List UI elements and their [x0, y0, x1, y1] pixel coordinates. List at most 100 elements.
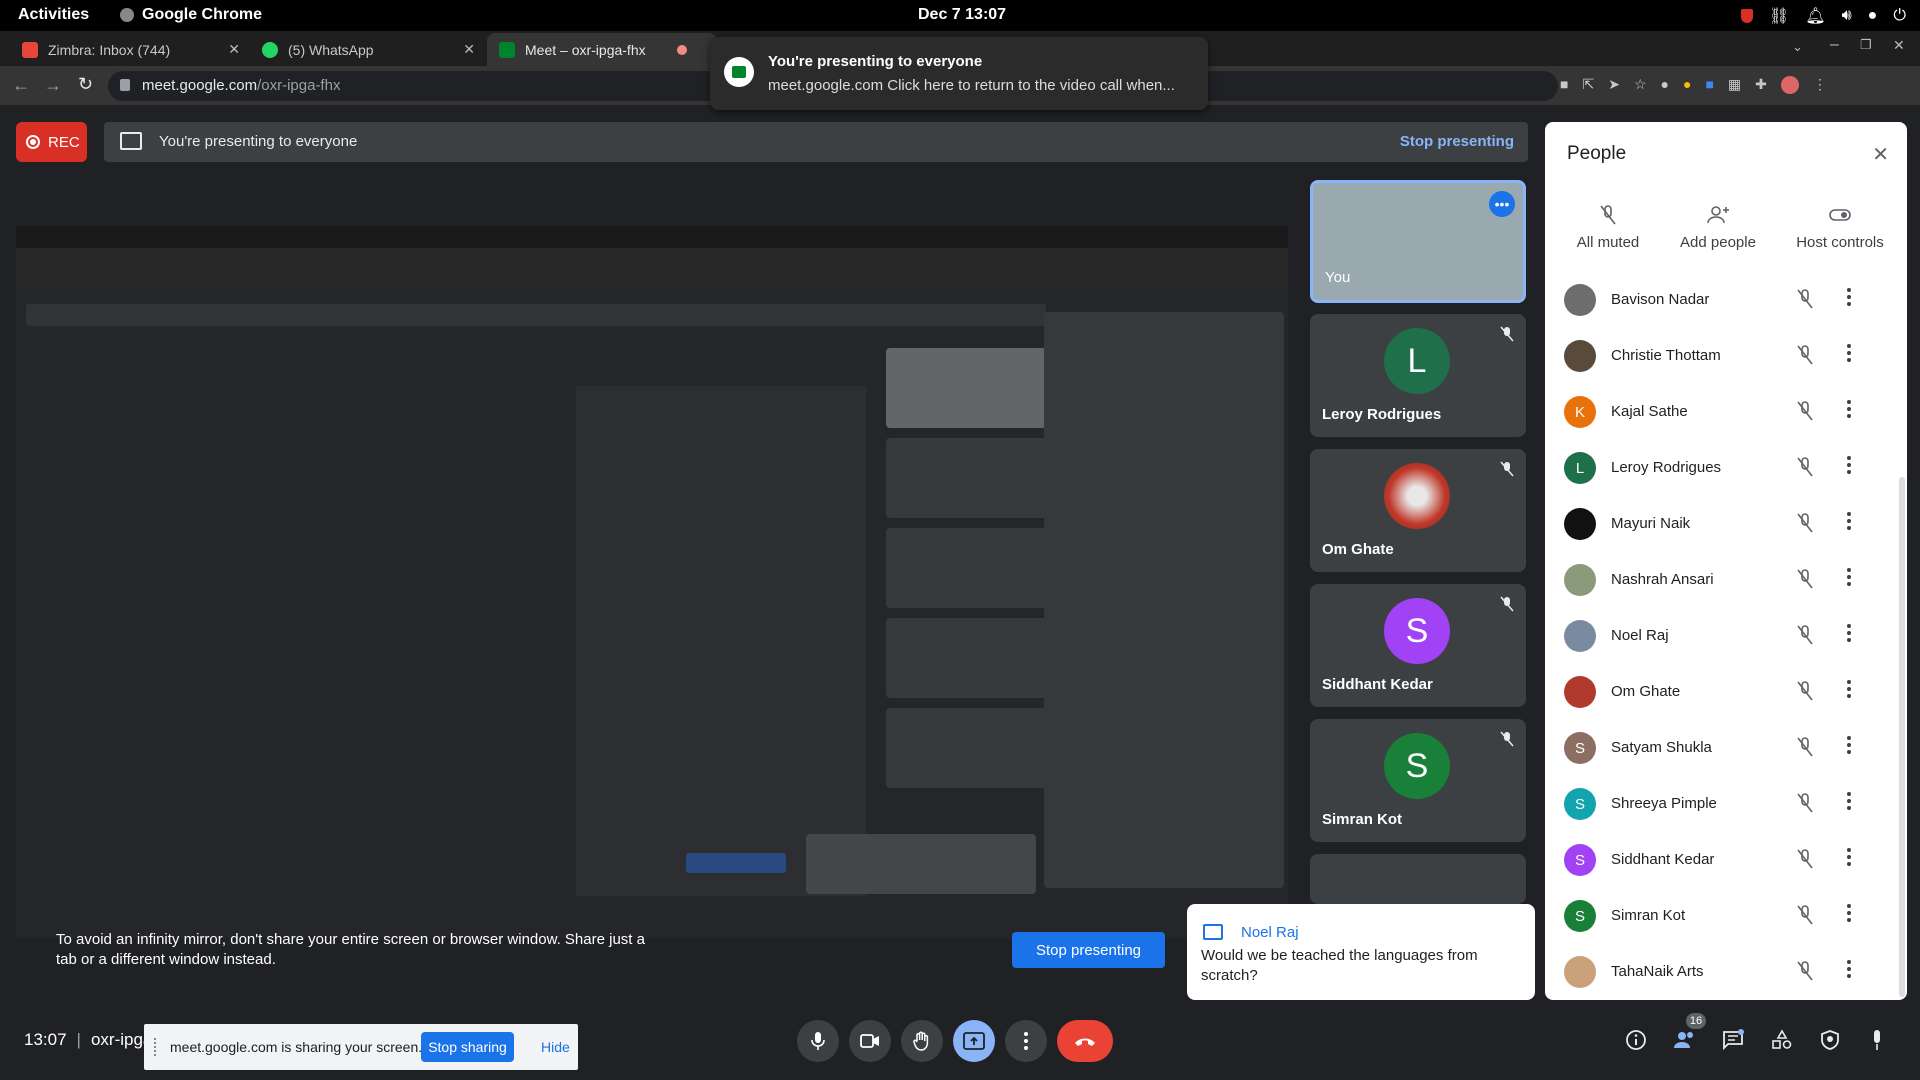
- avatar: S: [1384, 598, 1450, 664]
- present-button[interactable]: [953, 1020, 995, 1062]
- banner-stop-presenting[interactable]: Stop presenting: [1400, 133, 1514, 150]
- all-muted-action[interactable]: All muted: [1553, 204, 1663, 251]
- hide-button[interactable]: Hide: [541, 1039, 570, 1055]
- chat-icon[interactable]: [1722, 1029, 1744, 1051]
- list-item[interactable]: Mayuri Naik: [1545, 496, 1885, 552]
- recording-badge[interactable]: REC: [16, 122, 87, 162]
- activities-button[interactable]: Activities: [18, 6, 89, 24]
- puzzle-icon[interactable]: ✚: [1755, 76, 1767, 94]
- translate-icon[interactable]: ■: [1705, 76, 1713, 94]
- hang-up-icon: [1075, 1038, 1095, 1046]
- list-item[interactable]: Noel Raj: [1545, 608, 1885, 664]
- list-item[interactable]: Bavison Nadar: [1545, 272, 1885, 328]
- menu-dots-icon[interactable]: ⋮: [1813, 76, 1827, 94]
- maximize-icon[interactable]: ❐: [1860, 37, 1872, 53]
- more-options-icon[interactable]: [1847, 960, 1851, 978]
- activities-icon[interactable]: [1771, 1029, 1793, 1051]
- back-icon[interactable]: ←: [12, 75, 30, 96]
- tab-meet[interactable]: Meet – oxr-ipga-fhx: [487, 33, 717, 66]
- stop-sharing-button[interactable]: Stop sharing: [421, 1032, 514, 1062]
- list-item[interactable]: K Kajal Sathe: [1545, 384, 1885, 440]
- more-options-icon[interactable]: [1847, 568, 1851, 586]
- participant-name: Shreeya Pimple: [1611, 795, 1717, 812]
- host-controls-action[interactable]: Host controls: [1785, 204, 1895, 251]
- more-options-icon[interactable]: [1847, 904, 1851, 922]
- system-tray[interactable]: ⛓ 🔔︎ 🔊︎ ● ⏻: [1740, 6, 1906, 26]
- tab-search-icon[interactable]: ⌄: [1792, 39, 1803, 55]
- list-item[interactable]: S Satyam Shukla: [1545, 720, 1885, 776]
- raise-hand-button[interactable]: [901, 1020, 943, 1062]
- chat-message-popup[interactable]: Noel Raj Would we be teached the languag…: [1187, 904, 1535, 1000]
- host-controls-icon[interactable]: [1819, 1029, 1841, 1051]
- more-options-icon[interactable]: [1847, 456, 1851, 474]
- drag-handle-icon[interactable]: [154, 1038, 158, 1056]
- more-options-icon[interactable]: [1847, 680, 1851, 698]
- bookmark-star-icon[interactable]: ☆: [1634, 76, 1647, 94]
- stop-presenting-button[interactable]: Stop presenting: [1012, 932, 1165, 968]
- tab-zimbra[interactable]: Zimbra: Inbox (744) ✕: [10, 33, 250, 66]
- panel-scrollbar[interactable]: [1899, 477, 1905, 997]
- toggle-icon: [1829, 209, 1851, 221]
- participant-tile-overflow[interactable]: [1310, 854, 1526, 904]
- participant-name: Kajal Sathe: [1611, 403, 1688, 420]
- url-host: meet.google.com: [142, 77, 258, 94]
- avatar: S: [1564, 732, 1596, 764]
- more-options-button[interactable]: [1005, 1020, 1047, 1062]
- mic-off-icon: [1795, 344, 1815, 366]
- grid-extension-icon[interactable]: ▦: [1728, 76, 1741, 94]
- extensions-area[interactable]: ■ ⇱ ➤ ☆ ● ● ■ ▦ ✚ ⋮: [1560, 76, 1827, 94]
- more-options-icon[interactable]: [1847, 288, 1851, 306]
- app-menu[interactable]: Google Chrome: [120, 6, 262, 24]
- close-icon[interactable]: ✕: [228, 41, 240, 58]
- more-options-icon[interactable]: [1847, 344, 1851, 362]
- more-options-icon[interactable]: [1847, 848, 1851, 866]
- participant-tile[interactable]: S Simran Kot: [1310, 719, 1526, 842]
- add-people-action[interactable]: Add people: [1663, 204, 1773, 251]
- send-icon[interactable]: ➤: [1608, 76, 1620, 94]
- more-options-icon[interactable]: [1847, 736, 1851, 754]
- close-panel-icon[interactable]: ✕: [1872, 142, 1889, 167]
- people-icon[interactable]: [1673, 1029, 1697, 1051]
- camera-icon[interactable]: ■: [1560, 76, 1568, 94]
- tab-whatsapp[interactable]: (5) WhatsApp ✕: [250, 33, 485, 66]
- camera-button[interactable]: [849, 1020, 891, 1062]
- close-icon[interactable]: ✕: [463, 41, 475, 58]
- list-item[interactable]: S Shreeya Pimple: [1545, 776, 1885, 832]
- meet-logo-icon: [724, 57, 754, 87]
- list-item[interactable]: TahaNaik Arts: [1545, 944, 1885, 1000]
- reload-icon[interactable]: ↻: [78, 74, 93, 95]
- list-item[interactable]: L Leroy Rodrigues: [1545, 440, 1885, 496]
- list-item[interactable]: Nashrah Ansari: [1545, 552, 1885, 608]
- forward-icon[interactable]: →: [44, 75, 62, 96]
- extension-icon[interactable]: ●: [1661, 76, 1669, 94]
- clock[interactable]: Dec 7 13:07: [918, 6, 1006, 24]
- participant-tile[interactable]: S Siddhant Kedar: [1310, 584, 1526, 707]
- minimize-icon[interactable]: –: [1830, 36, 1839, 54]
- open-external-icon[interactable]: ⇱: [1582, 76, 1594, 94]
- profile-avatar[interactable]: [1780, 76, 1799, 94]
- participant-tile[interactable]: L Leroy Rodrigues: [1310, 314, 1526, 437]
- list-item[interactable]: S Siddhant Kedar: [1545, 832, 1885, 888]
- participant-tile-you[interactable]: ••• You: [1310, 180, 1526, 303]
- meeting-details-icon[interactable]: [1625, 1029, 1647, 1051]
- window-close-icon[interactable]: ✕: [1893, 37, 1905, 54]
- bulb-icon[interactable]: ●: [1683, 76, 1691, 94]
- infinity-mirror-warning: To avoid an infinity mirror, don't share…: [56, 931, 645, 968]
- network-icon: ⛓: [1768, 8, 1790, 25]
- more-options-icon[interactable]: [1847, 624, 1851, 642]
- list-item[interactable]: Om Ghate: [1545, 664, 1885, 720]
- list-item[interactable]: S Simran Kot: [1545, 888, 1885, 944]
- more-options-icon[interactable]: [1847, 512, 1851, 530]
- list-item[interactable]: Christie Thottam: [1545, 328, 1885, 384]
- participant-tile[interactable]: Om Ghate: [1310, 449, 1526, 572]
- presenting-notification[interactable]: You're presenting to everyone meet.googl…: [710, 37, 1208, 110]
- participant-name: You: [1325, 269, 1351, 286]
- tile-menu-icon[interactable]: •••: [1489, 191, 1515, 217]
- app-name: Google Chrome: [142, 6, 263, 23]
- leave-call-button[interactable]: [1057, 1020, 1113, 1062]
- more-options-icon[interactable]: [1847, 792, 1851, 810]
- mic-off-icon: [1795, 288, 1815, 310]
- more-options-icon[interactable]: [1847, 400, 1851, 418]
- mic-off-icon: [1795, 960, 1815, 982]
- microphone-button[interactable]: [797, 1020, 839, 1062]
